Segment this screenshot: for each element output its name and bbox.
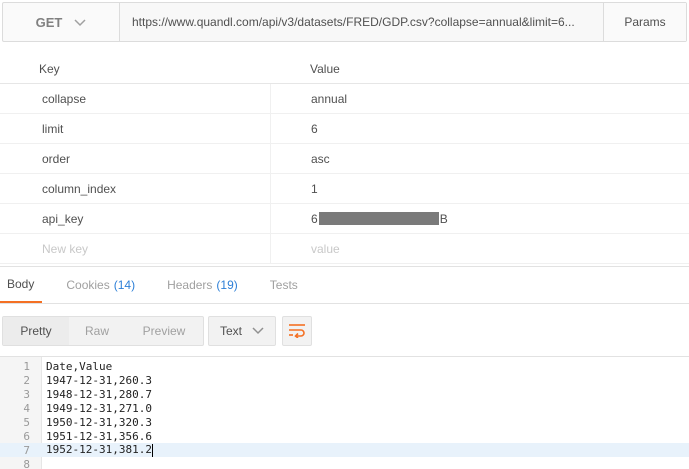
param-row: api_key 6B bbox=[0, 204, 689, 234]
line-text-content: 1952-12-31,381.2 bbox=[46, 443, 152, 457]
request-bar: GET https://www.quandl.com/api/v3/datase… bbox=[2, 2, 687, 42]
new-key-placeholder: New key bbox=[42, 241, 89, 256]
param-row: limit 6 bbox=[0, 114, 689, 144]
api-key-prefix: 6 bbox=[311, 211, 318, 226]
param-key: column_index bbox=[42, 181, 117, 196]
key-column-header: Key bbox=[39, 61, 60, 76]
param-value-field[interactable]: asc bbox=[270, 144, 689, 173]
param-value-field[interactable]: 6B bbox=[270, 204, 689, 233]
format-select[interactable]: Text bbox=[208, 316, 276, 346]
code-line: 3 1948-12-31,280.7 bbox=[0, 387, 689, 401]
raw-button[interactable]: Raw bbox=[69, 317, 125, 345]
param-row: collapse annual bbox=[0, 84, 689, 114]
body-toolbar: Pretty Raw Preview Text bbox=[2, 316, 312, 346]
param-value: 6 bbox=[311, 121, 318, 136]
line-number: 8 bbox=[23, 457, 30, 469]
param-key: order bbox=[42, 151, 71, 166]
tab-body[interactable]: Body bbox=[0, 267, 43, 303]
line-number: 2 bbox=[23, 373, 30, 387]
param-value: annual bbox=[311, 91, 348, 106]
param-key-field[interactable]: column_index bbox=[0, 182, 270, 196]
code-line: 5 1950-12-31,320.3 bbox=[0, 415, 689, 429]
code-line: 1 Date,Value bbox=[0, 359, 689, 373]
tab-label: Cookies bbox=[66, 278, 110, 292]
line-text: 1949-12-31,271.0 bbox=[46, 401, 152, 415]
line-text: Date,Value bbox=[46, 359, 113, 373]
param-key-field[interactable]: collapse bbox=[0, 92, 270, 106]
code-line: 6 1951-12-31,356.6 bbox=[0, 429, 689, 443]
param-key: api_key bbox=[42, 211, 84, 226]
line-number: 4 bbox=[23, 401, 30, 415]
tab-count: (14) bbox=[113, 278, 136, 292]
code-line: 4 1949-12-31,271.0 bbox=[0, 401, 689, 415]
code-line: 2 1947-12-31,260.3 bbox=[0, 373, 689, 387]
wrap-lines-button[interactable] bbox=[282, 316, 312, 346]
params-table: Key Value collapse annual limit 6 order … bbox=[0, 54, 689, 264]
tab-cookies[interactable]: Cookies (14) bbox=[58, 267, 143, 303]
new-value-placeholder: value bbox=[311, 241, 340, 256]
chevron-down-icon bbox=[252, 324, 264, 338]
line-number: 6 bbox=[23, 429, 30, 443]
chevron-down-icon bbox=[74, 15, 86, 30]
line-number: 1 bbox=[23, 359, 30, 373]
tab-count: (19) bbox=[216, 278, 238, 292]
line-text: 1948-12-31,280.7 bbox=[46, 387, 152, 401]
tab-label: Headers bbox=[167, 278, 213, 292]
format-label: Text bbox=[219, 324, 242, 338]
new-value-field[interactable]: value bbox=[270, 234, 689, 263]
line-number: 3 bbox=[23, 387, 30, 401]
new-param-row: New key value bbox=[0, 234, 689, 264]
param-value: asc bbox=[311, 151, 330, 166]
line-text: 1952-12-31,381.2 bbox=[46, 443, 153, 457]
url-input[interactable]: https://www.quandl.com/api/v3/datasets/F… bbox=[120, 3, 604, 41]
method-label: GET bbox=[35, 14, 63, 30]
pretty-button[interactable]: Pretty bbox=[3, 317, 69, 345]
value-column-header: Value bbox=[310, 61, 340, 76]
response-body-editor[interactable]: 1 Date,Value 2 1947-12-31,260.3 3 1948-1… bbox=[0, 356, 689, 469]
text-cursor bbox=[151, 443, 153, 457]
tab-headers[interactable]: Headers (19) bbox=[159, 267, 246, 303]
param-key-field[interactable]: order bbox=[0, 152, 270, 166]
wrap-lines-icon bbox=[288, 322, 306, 341]
line-number: 5 bbox=[23, 415, 30, 429]
params-header: Key Value bbox=[0, 54, 689, 84]
new-key-field[interactable]: New key bbox=[0, 242, 270, 256]
param-key-field[interactable]: limit bbox=[0, 122, 270, 136]
view-mode-group: Pretty Raw Preview bbox=[2, 316, 204, 346]
method-select[interactable]: GET bbox=[3, 3, 120, 41]
code-line-current: 7 1952-12-31,381.2 bbox=[0, 443, 689, 457]
line-text: 1951-12-31,356.6 bbox=[46, 429, 152, 443]
param-value-field[interactable]: 6 bbox=[270, 114, 689, 143]
url-text: https://www.quandl.com/api/v3/datasets/F… bbox=[132, 15, 575, 29]
param-value-field[interactable]: annual bbox=[270, 84, 689, 113]
param-row: column_index 1 bbox=[0, 174, 689, 204]
code-line: 8 bbox=[0, 457, 689, 469]
params-button[interactable]: Params bbox=[604, 3, 686, 41]
tab-label: Tests bbox=[269, 278, 298, 292]
param-key: collapse bbox=[42, 91, 87, 106]
redacted-block bbox=[318, 212, 439, 225]
response-tabs: Body Cookies (14) Headers (19) Tests bbox=[0, 266, 689, 304]
param-key: limit bbox=[42, 121, 64, 136]
param-value: 1 bbox=[311, 181, 318, 196]
param-key-field[interactable]: api_key bbox=[0, 212, 270, 226]
line-number: 7 bbox=[23, 443, 30, 457]
api-key-suffix: B bbox=[439, 211, 448, 226]
line-text: 1947-12-31,260.3 bbox=[46, 373, 152, 387]
tab-tests[interactable]: Tests bbox=[262, 267, 306, 303]
line-text: 1950-12-31,320.3 bbox=[46, 415, 152, 429]
tab-label: Body bbox=[7, 277, 35, 291]
param-row: order asc bbox=[0, 144, 689, 174]
param-value-field[interactable]: 1 bbox=[270, 174, 689, 203]
preview-button[interactable]: Preview bbox=[125, 317, 203, 345]
